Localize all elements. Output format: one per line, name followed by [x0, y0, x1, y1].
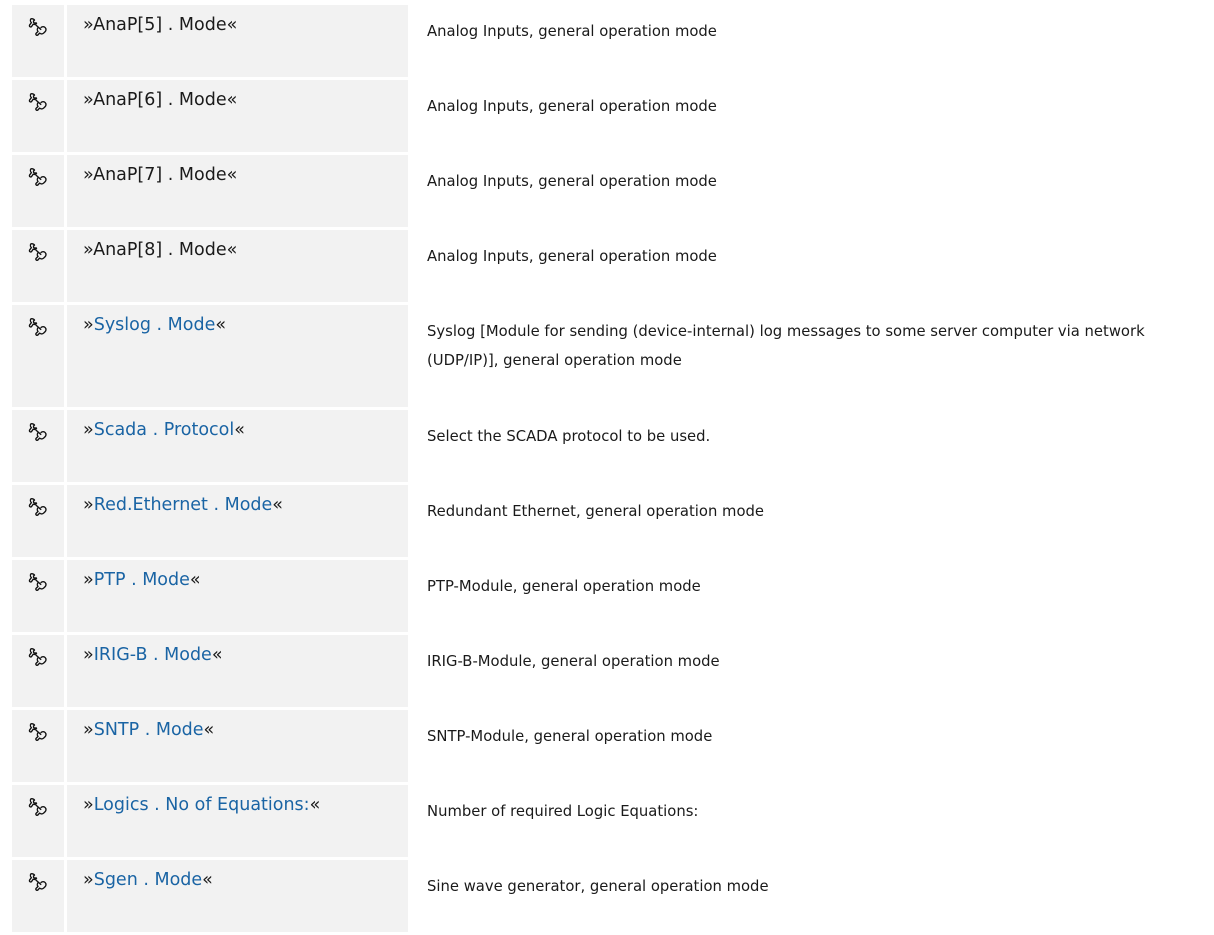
parameter-name-cell: »AnaP[8] . Mode« [67, 230, 411, 302]
icon-cell [12, 785, 67, 857]
parameter-name-cell: »IRIG-B . Mode« [67, 635, 411, 707]
wrench-icon [27, 796, 49, 818]
quote-close: « [272, 495, 284, 515]
icon-cell [12, 230, 67, 302]
parameter-link[interactable]: Red.Ethernet . Mode [94, 495, 273, 515]
parameter-name-cell: »Red.Ethernet . Mode« [67, 485, 411, 557]
parameter-name-cell: »AnaP[6] . Mode« [67, 80, 411, 152]
table-row: »Red.Ethernet . Mode« Redundant Ethernet… [12, 485, 1210, 557]
parameter-name-cell: »SNTP . Mode« [67, 710, 411, 782]
wrench-icon [27, 571, 49, 593]
parameter-description: Syslog [Module for sending (device-inter… [411, 305, 1210, 407]
parameter-link[interactable]: Sgen . Mode [94, 870, 202, 890]
parameter-description: Analog Inputs, general operation mode [411, 155, 1210, 227]
quote-close: « [234, 420, 245, 440]
parameter-link[interactable]: Scada . Protocol [94, 420, 235, 440]
parameter-name: AnaP[8] . Mode [93, 240, 227, 260]
quote-close: « [211, 645, 223, 665]
wrench-icon [27, 496, 49, 518]
quote-close: « [309, 795, 321, 815]
quote-close: « [215, 315, 227, 335]
quote-open: » [83, 870, 94, 890]
parameter-description: Select the SCADA protocol to be used. [411, 410, 1210, 482]
parameter-name: AnaP[5] . Mode [93, 15, 227, 35]
wrench-icon [27, 316, 49, 338]
table-row: »SNTP . Mode« SNTP-Module, general opera… [12, 710, 1210, 782]
parameter-name-cell: »Logics . No of Equations:« [67, 785, 411, 857]
parameter-link[interactable]: PTP . Mode [94, 570, 190, 590]
quote-open: » [83, 495, 94, 515]
table-row: »IRIG-B . Mode« IRIG-B-Module, general o… [12, 635, 1210, 707]
wrench-icon [27, 241, 49, 263]
table-row: »PTP . Mode« PTP-Module, general operati… [12, 560, 1210, 632]
icon-cell [12, 710, 67, 782]
quote-open: » [83, 315, 94, 335]
parameter-description: PTP-Module, general operation mode [411, 560, 1210, 632]
quote-close: « [226, 240, 238, 260]
parameter-link[interactable]: SNTP . Mode [94, 720, 204, 740]
parameter-description: IRIG-B-Module, general operation mode [411, 635, 1210, 707]
table-row: »AnaP[5] . Mode« Analog Inputs, general … [12, 5, 1210, 77]
quote-open: » [83, 795, 94, 815]
quote-open: » [83, 645, 94, 665]
parameter-link[interactable]: Logics . No of Equations: [94, 795, 310, 815]
parameter-description: Sine wave generator, general operation m… [411, 860, 1210, 932]
parameter-name: AnaP[6] . Mode [93, 90, 227, 110]
wrench-icon [27, 646, 49, 668]
icon-cell [12, 80, 67, 152]
table-row: »Sgen . Mode« Sine wave generator, gener… [12, 860, 1210, 932]
wrench-icon [27, 16, 49, 38]
icon-cell [12, 860, 67, 932]
parameter-description: Number of required Logic Equations: [411, 785, 1210, 857]
wrench-icon [27, 421, 49, 443]
parameter-description: Analog Inputs, general operation mode [411, 5, 1210, 77]
wrench-icon [27, 871, 49, 893]
wrench-icon [27, 721, 49, 743]
parameter-name-cell: »Scada . Protocol« [67, 410, 411, 482]
wrench-icon [27, 91, 49, 113]
icon-cell [12, 410, 67, 482]
quote-close: « [202, 870, 213, 890]
table-row: »AnaP[7] . Mode« Analog Inputs, general … [12, 155, 1210, 227]
icon-cell [12, 305, 67, 407]
parameter-link[interactable]: IRIG-B . Mode [94, 645, 212, 665]
parameter-description: Analog Inputs, general operation mode [411, 80, 1210, 152]
icon-cell [12, 635, 67, 707]
parameter-table: »AnaP[5] . Mode« Analog Inputs, general … [12, 2, 1210, 935]
parameter-link[interactable]: Syslog . Mode [94, 315, 216, 335]
parameter-description: Redundant Ethernet, general operation mo… [411, 485, 1210, 557]
parameter-name: AnaP[7] . Mode [93, 165, 227, 185]
quote-open: » [83, 165, 94, 185]
quote-close: « [189, 570, 201, 590]
icon-cell [12, 155, 67, 227]
quote-open: » [83, 240, 94, 260]
icon-cell [12, 5, 67, 77]
parameter-description: SNTP-Module, general operation mode [411, 710, 1210, 782]
parameter-name-cell: »AnaP[7] . Mode« [67, 155, 411, 227]
parameter-name-cell: »AnaP[5] . Mode« [67, 5, 411, 77]
table-row: »Scada . Protocol« Select the SCADA prot… [12, 410, 1210, 482]
table-row: »AnaP[6] . Mode« Analog Inputs, general … [12, 80, 1210, 152]
quote-open: » [83, 720, 94, 740]
quote-close: « [226, 90, 238, 110]
icon-cell [12, 560, 67, 632]
quote-open: » [83, 420, 94, 440]
wrench-icon [27, 166, 49, 188]
quote-open: » [83, 15, 94, 35]
parameter-name-cell: »Sgen . Mode« [67, 860, 411, 932]
quote-close: « [226, 15, 238, 35]
quote-close: « [203, 720, 215, 740]
quote-open: » [83, 90, 94, 110]
table-row: »AnaP[8] . Mode« Analog Inputs, general … [12, 230, 1210, 302]
parameter-name-cell: »PTP . Mode« [67, 560, 411, 632]
icon-cell [12, 485, 67, 557]
parameter-name-cell: »Syslog . Mode« [67, 305, 411, 407]
quote-close: « [226, 165, 238, 185]
table-row: »Syslog . Mode« Syslog [Module for sendi… [12, 305, 1210, 407]
quote-open: » [83, 570, 94, 590]
table-row: »Logics . No of Equations:« Number of re… [12, 785, 1210, 857]
parameter-description: Analog Inputs, general operation mode [411, 230, 1210, 302]
